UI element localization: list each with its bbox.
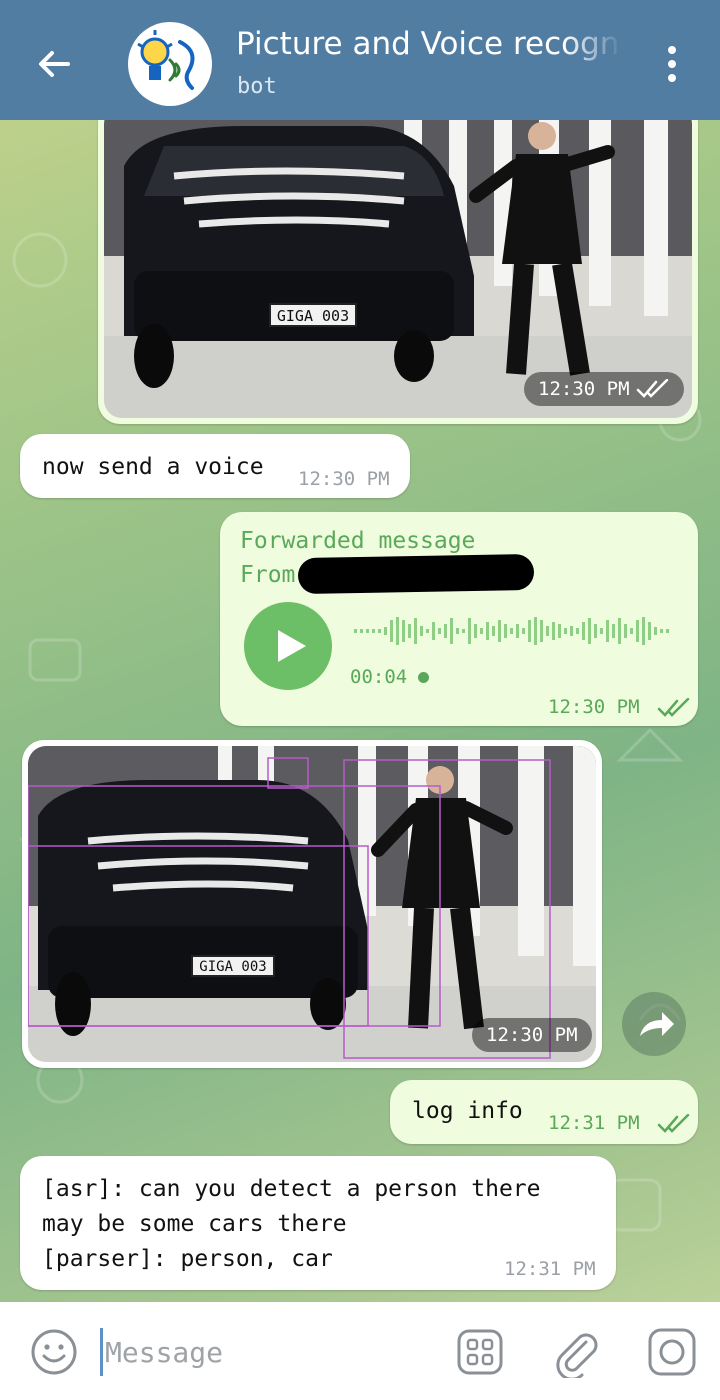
forwarded-from-label[interactable]: From [240,558,295,593]
share-arrow-icon [640,1012,674,1036]
voice-duration: 00:04 [350,666,408,688]
message-time: 12:31 PM [504,1258,596,1280]
paperclip-icon[interactable] [550,1326,602,1378]
license-plate: GIGA 003 [277,307,349,325]
play-icon [278,630,306,662]
play-button[interactable] [244,602,332,690]
message-line: [parser]: person, car [42,1246,333,1272]
bot-avatar[interactable] [128,22,212,106]
double-check-icon [636,379,668,398]
photo-message-outgoing[interactable]: GIGA 003 12:30 PM [98,100,698,424]
photo-detection-result[interactable]: GIGA 003 [28,746,596,1062]
license-plate: GIGA 003 [199,959,266,975]
voice-message-outgoing[interactable]: Forwarded message From 00:04 12:30 PM [220,512,698,726]
message-time: 12:31 PM [548,1112,640,1134]
message-time-row: 12:31 PM [548,1112,691,1134]
bot-commands-icon[interactable] [454,1326,506,1378]
forward-button[interactable] [622,992,686,1056]
photo-message-incoming[interactable]: GIGA 003 12:30 PM [22,740,602,1068]
message-text: now send a voice [42,454,264,480]
message-text: log info [412,1098,523,1124]
chat-title[interactable]: Picture and Voice recognition [236,26,622,68]
bulb-voice-logo-icon [137,30,195,90]
unplayed-dot [418,672,429,683]
double-check-icon [657,697,690,717]
message-time: 12:30 PM [548,696,640,718]
arrow-left-icon[interactable] [34,44,74,84]
photo-timestamp: 12:30 PM [524,372,684,406]
message-line: [asr]: can you detect a person there [42,1176,541,1202]
chat-header: Picture and Voice recognition bot [0,0,720,120]
message-time: 12:30 PM [538,378,630,400]
message-line: may be some cars there [42,1211,347,1237]
camera-icon[interactable] [646,1326,698,1378]
double-check-icon [657,1113,690,1133]
text-message-outgoing[interactable]: log info 12:31 PM [390,1080,698,1144]
message-time-row: 12:30 PM [548,696,691,718]
text-message-incoming[interactable]: now send a voice 12:30 PM [20,434,410,498]
message-time: 12:30 PM [486,1024,578,1046]
message-time: 12:30 PM [298,468,390,490]
forwarded-label: Forwarded message [240,528,476,554]
emoji-icon[interactable] [28,1326,80,1378]
message-input[interactable] [100,1328,430,1376]
voice-waveform[interactable] [354,612,674,650]
redacted-sender-name [297,553,535,595]
message-composer [0,1302,720,1400]
text-message-incoming[interactable]: [asr]: can you detect a person there may… [20,1156,616,1290]
more-vertical-icon[interactable] [660,44,684,84]
photo-timestamp: 12:30 PM [472,1018,592,1052]
chat-subtitle: bot [237,74,277,99]
